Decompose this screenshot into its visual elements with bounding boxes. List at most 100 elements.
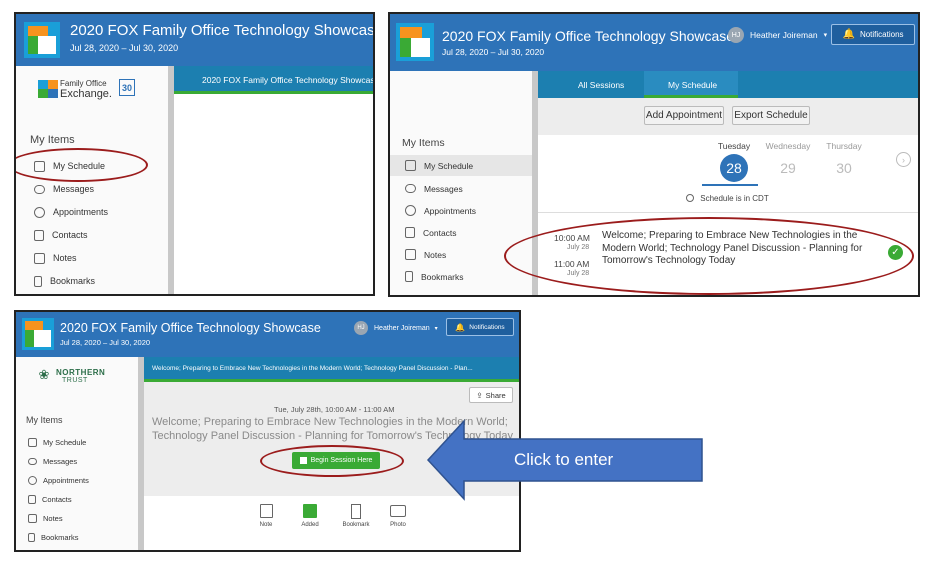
chat-icon [405,184,416,193]
calendar-icon [405,160,416,171]
begin-session-button[interactable]: Begin Session Here [292,452,380,469]
sidebar-item-notes[interactable]: Notes [16,509,138,527]
day-thursday[interactable]: Thursday 30 [816,141,872,176]
session-start-date: July 28 [567,244,590,251]
sidebar-item-bookmarks[interactable]: Bookmarks [16,528,138,546]
selected-day-underline [702,184,758,186]
sidebar-item-label: My Schedule [424,160,474,171]
session-title[interactable]: Welcome; Preparing to Embrace New Techno… [602,230,868,268]
sidebar-item-contacts[interactable]: Contacts [16,225,168,245]
sidebar-item-appointments[interactable]: Appointments [16,471,138,489]
sidebar-item-label: Contacts [423,227,457,238]
sidebar-item-label: Bookmarks [50,276,96,286]
app-header: 2020 FOX Family Office Technology Showca… [16,14,373,66]
chat-icon [28,457,37,465]
sidebar-item-my-schedule[interactable]: My Schedule [390,155,532,176]
fox-logo [396,23,434,61]
session-datetime: Tue, July 28th, 10:00 AM - 11:00 AM [274,405,395,414]
session-end-date: July 28 [567,270,590,277]
sidebar-scrollbar[interactable] [168,66,174,294]
sidebar-item-label: Bookmarks [41,532,79,542]
session-banner: Welcome; Preparing to Embrace New Techno… [144,357,519,382]
panel-left-sidebar: 2020 FOX Family Office Technology Showca… [14,12,375,296]
sponsor-line2: TRUST [62,377,88,384]
notifications-button[interactable]: 🔔 Notifications [446,318,514,336]
sidebar-item-appointments[interactable]: Appointments [390,200,532,221]
brand-name-line1: Family Office [60,79,107,88]
sidebar-item-contacts[interactable]: Contacts [16,490,138,508]
note-icon [34,252,45,264]
day-tuesday[interactable]: Tuesday 28 [706,141,762,182]
bookmark-icon [34,275,42,287]
event-title: 2020 FOX Family Office Technology Showca… [442,28,735,44]
clock-icon [34,206,45,218]
sidebar-item-my-schedule[interactable]: My Schedule [16,433,138,451]
sidebar-item-label: My Schedule [53,161,106,171]
sidebar-item-notes[interactable]: Notes [390,244,532,265]
panel-my-schedule: 2020 FOX Family Office Technology Showca… [388,12,920,297]
next-day-icon[interactable]: › [896,152,911,167]
sponsor-line1: NORTHERN [56,368,106,377]
chevron-down-icon: ▾ [823,32,828,39]
sidebar-item-messages[interactable]: Messages [390,178,532,199]
sidebar-item-notes[interactable]: Notes [16,248,168,268]
action-photo[interactable]: Photo [384,504,412,528]
brand-name-line2: Exchange. [60,88,112,100]
user-name: Heather Joireman [750,30,818,40]
northern-trust-icon: ❀ [38,367,50,382]
clock-icon [405,205,416,216]
sidebar-item-label: Appointments [53,207,109,217]
bell-icon: 🔔 [455,322,466,332]
user-menu[interactable]: HJ Heather Joireman ▾ [354,321,438,335]
anniversary-badge: 30 [119,79,135,96]
session-start-time: 10:00 AM [554,233,590,243]
sidebar-item-label: Bookmarks [421,271,464,282]
day-selector: Tuesday 28 Wednesday 29 Thursday 30 › Sc… [538,135,918,212]
add-appointment-button[interactable]: Add Appointment [644,106,724,125]
day-wednesday[interactable]: Wednesday 29 [760,141,816,176]
session-icon [299,457,307,464]
share-button[interactable]: ⇪ Share [469,387,513,403]
sidebar-item-label: Appointments [43,475,89,485]
sidebar-item-messages[interactable]: Messages [16,179,168,199]
calendar-added-icon [303,504,317,518]
bookmark-icon [351,504,361,519]
sidebar-item-contacts[interactable]: Contacts [390,222,532,243]
tab-my-schedule[interactable]: My Schedule [644,71,738,98]
bookmark-icon [405,271,413,282]
sidebar-item-label: Notes [53,253,77,263]
event-dates: Jul 28, 2020 – Jul 30, 2020 [442,47,545,57]
sidebar-item-messages[interactable]: Messages [16,452,138,470]
action-added[interactable]: Added [296,504,324,528]
sidebar-item-label: Contacts [52,230,88,240]
sidebar-item-appointments[interactable]: Appointments [16,202,168,222]
schedule-item[interactable]: 10:00 AM July 28 11:00 AM July 28 Welcom… [538,212,918,295]
export-schedule-button[interactable]: Export Schedule [732,106,810,125]
clock-icon [686,194,694,202]
tab-all-sessions[interactable]: All Sessions [578,80,624,90]
contacts-icon [28,494,36,504]
foe-logo [38,80,58,98]
action-bookmark[interactable]: Bookmark [340,504,372,528]
user-menu[interactable]: HJ Heather Joireman ▾ [728,27,827,43]
sidebar-item-bookmarks[interactable]: Bookmarks [16,271,168,291]
session-end-time: 11:00 AM [554,259,590,269]
event-title: 2020 FOX Family Office Technology Showca… [70,22,375,39]
contacts-icon [34,229,44,241]
share-icon: ⇪ [476,390,483,400]
fox-logo [24,22,60,58]
sidebar-item-bookmarks[interactable]: Bookmarks [390,266,532,287]
action-note[interactable]: Note [252,504,280,528]
avatar: HJ [728,27,744,43]
tab-bar: All Sessions My Schedule [538,71,918,98]
notifications-button[interactable]: 🔔 Notifications [831,24,915,45]
timezone-note: Schedule is in CDT [686,194,769,203]
camera-icon [390,505,406,517]
user-name: Heather Joireman [374,324,430,332]
my-items-heading: My Items [30,134,75,146]
sidebar-item-label: Messages [43,456,78,466]
sidebar-item-my-schedule[interactable]: My Schedule [16,156,168,176]
avatar: HJ [354,321,368,335]
main-tab-title[interactable]: 2020 FOX Family Office Technology Showca… [202,75,373,85]
sidebar-item-label: Notes [43,513,63,523]
